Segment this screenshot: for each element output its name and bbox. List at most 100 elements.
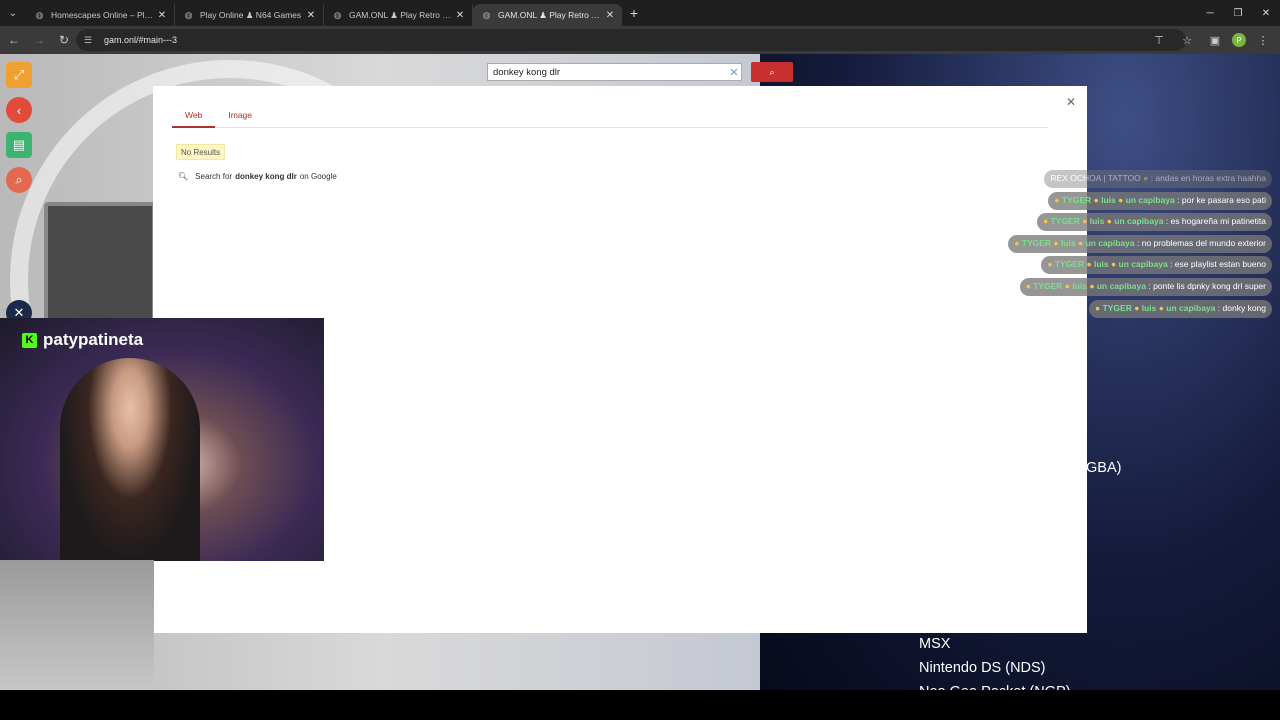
search-input[interactable]: donkey kong dlr ✕ (487, 63, 742, 81)
search-icon: ⌕ (769, 66, 775, 77)
minimize-icon[interactable]: ─ (1196, 0, 1224, 26)
chat-message: ● TYGER ● luis ● un capibaya : donky kon… (972, 299, 1272, 318)
chat-user-3: un capibaya (1125, 194, 1175, 205)
menu-icon[interactable]: ⋮ (1252, 29, 1274, 51)
search-button[interactable]: ⌕ (751, 62, 793, 82)
google-query: donkey kong dlr (235, 172, 297, 181)
chat-user: TYGER (1061, 194, 1092, 205)
search-on-google-link[interactable]: 🔍︎ Search for donkey kong dlr on Google (178, 172, 337, 181)
window-controls: ─ ❐ ✕ (1196, 0, 1280, 26)
tab-title: GAM.ONL ♟ Play Retro Games (498, 9, 604, 20)
tab-image[interactable]: Image (215, 110, 265, 128)
tab-web[interactable]: Web (172, 110, 216, 128)
chat-text: : es hogareña mi patinetita (1165, 216, 1266, 227)
chat-user-2: luis (1089, 216, 1105, 227)
console-list-item[interactable]: Nintendo DS (NDS) (919, 660, 1046, 676)
chat-text: : donky kong (1217, 302, 1266, 313)
toolbar-actions: ⊤ ☆ ▣ P ⋮ (1142, 29, 1274, 51)
globe-icon: ◍ (184, 9, 193, 20)
badge-icon: ● (1118, 194, 1124, 205)
url-text: gam.onl/#main---3 (104, 35, 178, 45)
screen: ⌄ ◍ Homescapes Online – Play Free ✕ ◍ Pl… (0, 0, 1280, 720)
streamer-video (60, 358, 200, 561)
console-list-item[interactable]: GBA) (1086, 460, 1121, 476)
clear-icon[interactable]: ✕ (727, 66, 741, 79)
tab-bar: ⌄ ◍ Homescapes Online – Play Free ✕ ◍ Pl… (0, 0, 1280, 26)
chat-user-2: luis (1060, 237, 1076, 248)
chat-message: ● TYGER ● luis ● un capibaya : ponte lis… (972, 277, 1272, 296)
close-tab-icon[interactable]: ✕ (305, 10, 317, 21)
badge-icon: ● (1095, 302, 1101, 313)
chat-text: : ese playlist estan bueno (1170, 259, 1266, 270)
badge-icon: ● (1053, 237, 1059, 248)
chat-user: REX OCHOA | TATTOO (1050, 173, 1141, 183)
chat-user-2: luis (1141, 302, 1157, 313)
chat-text: : ponte lis dpnky kong drl super (1148, 280, 1266, 291)
chat-user-2: luis (1101, 194, 1116, 205)
badge-icon: ● (1043, 216, 1049, 227)
globe-icon: ◍ (35, 9, 44, 20)
chat-user-3: un capibaya (1096, 280, 1146, 291)
search-icon: 🔍︎ (178, 172, 189, 181)
bookmark-star-icon[interactable]: ☆ (1176, 29, 1198, 51)
kick-logo-icon: K (22, 332, 37, 348)
chat-user: TYGER (1102, 302, 1132, 313)
channel-label: patypatineta (43, 330, 144, 349)
search-query: donkey kong dlr (493, 66, 561, 78)
tab-n64[interactable]: ◍ Play Online ♟ N64 Games ✕ (175, 4, 324, 26)
close-tab-icon[interactable]: ✕ (156, 10, 168, 21)
results-tabs: Web Image (172, 110, 1048, 128)
tab-search-button[interactable]: ⌄ (0, 0, 26, 26)
translate-icon[interactable]: ⊤ (1148, 29, 1170, 51)
chat-message: REX OCHOA | TATTOO ● : andas en horas ex… (972, 170, 1272, 188)
tab-title: Homescapes Online – Play Free (51, 10, 156, 20)
chat-user-2: luis (1094, 259, 1109, 270)
webcam-overlay: K patypatineta (0, 318, 324, 561)
restore-icon[interactable]: ❐ (1224, 0, 1252, 26)
badge-icon: ● (1134, 302, 1140, 313)
tab-homescapes[interactable]: ◍ Homescapes Online – Play Free ✕ (26, 4, 175, 26)
console-list-item[interactable]: MSX (919, 636, 950, 652)
tab-gamonl-2[interactable]: ◍ GAM.ONL ♟ Play Retro Games ✕ (473, 4, 622, 26)
chat-user: TYGER (1021, 237, 1052, 248)
badge-icon: ● (1077, 237, 1084, 248)
chat-message: ● TYGER ● luis ● un capibaya : ese playl… (972, 256, 1272, 275)
search-icon[interactable]: ⌕ (6, 167, 32, 193)
badge-icon: ● (1064, 280, 1070, 291)
channel-name: K patypatineta (22, 330, 143, 350)
tab-title: GAM.ONL ♟ Play Retro Games (349, 9, 454, 20)
badge-icon: ● (1014, 237, 1020, 248)
chat-user-2: luis (1072, 280, 1087, 291)
address-bar[interactable]: ☰ gam.onl/#main---3 (76, 29, 1186, 51)
badge-icon: ● (1143, 173, 1149, 183)
globe-icon: ◍ (333, 9, 342, 20)
tab-gamonl-1[interactable]: ◍ GAM.ONL ♟ Play Retro Games ✕ (324, 4, 473, 26)
back-arrow-icon[interactable]: ‹ (6, 97, 32, 123)
save-icon[interactable]: ▤ (6, 132, 32, 158)
badge-icon: ● (1054, 194, 1060, 205)
badge-icon: ● (1086, 259, 1092, 270)
close-window-icon[interactable]: ✕ (1252, 0, 1280, 26)
google-prefix: Search for (195, 172, 233, 181)
stream-chat: REX OCHOA | TATTOO ● : andas en horas ex… (972, 170, 1272, 321)
close-icon[interactable]: ✕ (1066, 95, 1076, 109)
chat-text: : andas en horas extra haahha (1150, 173, 1266, 183)
close-tab-icon[interactable]: ✕ (454, 10, 466, 21)
site-info-icon[interactable]: ☰ (84, 35, 96, 46)
reload-button[interactable]: ↻ (53, 29, 75, 51)
chat-text: : no problemas del mundo exterior (1137, 237, 1266, 248)
back-button[interactable]: ← (3, 29, 25, 51)
page-content: ⤢ ‹ ▤ ⌕ ✕ donkey kong dlr ✕ ⌕ ✕ Web Imag… (0, 54, 1280, 690)
close-tab-icon[interactable]: ✕ (604, 10, 616, 21)
profile-avatar[interactable]: P (1232, 33, 1246, 47)
extensions-icon[interactable]: ▣ (1204, 29, 1226, 51)
browser-toolbar: ← → ↻ ☰ gam.onl/#main---3 ⊤ ☆ ▣ P ⋮ (0, 26, 1280, 54)
side-toolbar: ⤢ ‹ ▤ ⌕ (6, 62, 34, 202)
chat-user-3: un capibaya (1166, 302, 1216, 313)
new-tab-button[interactable]: + (622, 5, 646, 21)
chat-user: TYGER (1054, 259, 1085, 270)
fullscreen-icon[interactable]: ⤢ (6, 62, 32, 88)
chat-user: TYGER (1050, 216, 1080, 227)
forward-button[interactable]: → (28, 29, 50, 51)
chat-user-3: un capibaya (1114, 216, 1164, 227)
